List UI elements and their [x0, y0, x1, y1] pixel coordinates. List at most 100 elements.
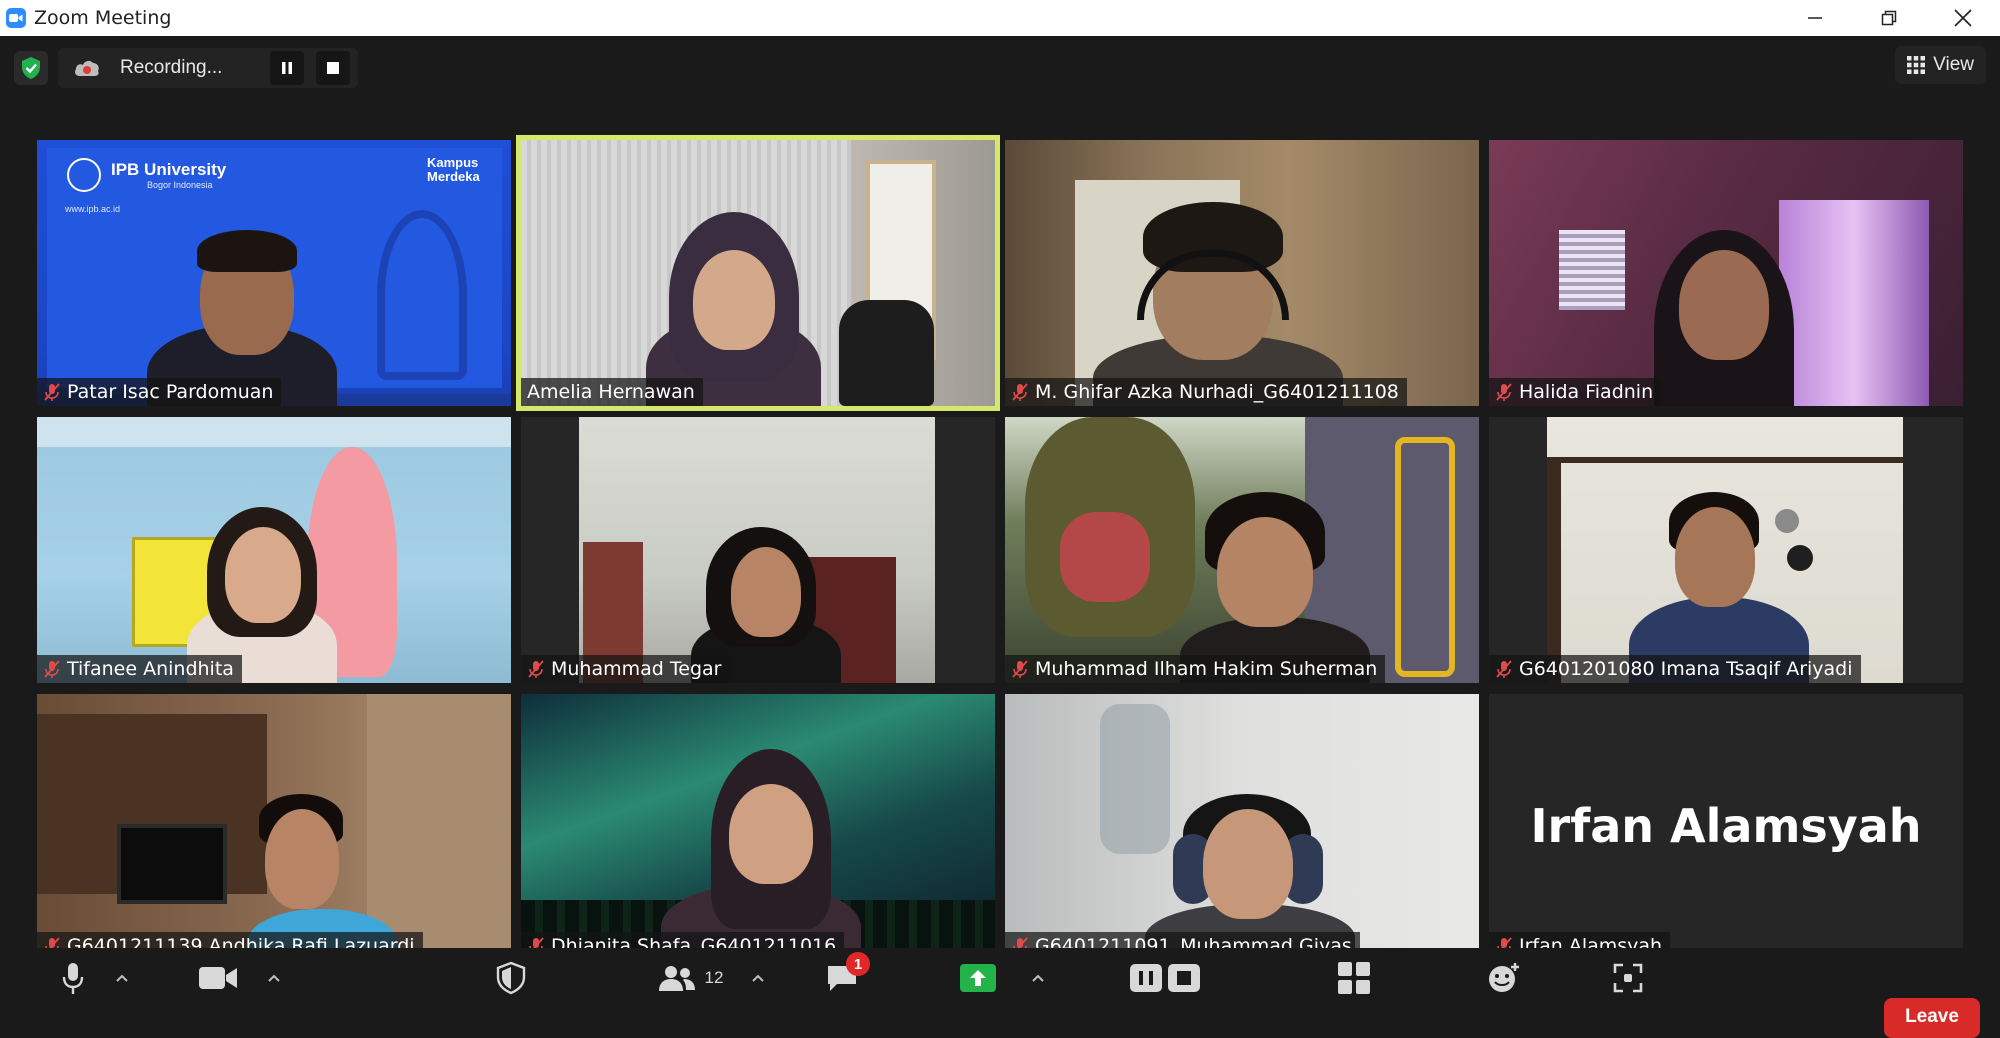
- participant-name: M. Ghifar Azka Nurhadi_G6401211108: [1035, 381, 1399, 403]
- video-feed: [1489, 140, 1963, 406]
- audio-options-caret[interactable]: [112, 948, 132, 1008]
- restore-icon: [1881, 10, 1897, 26]
- view-button[interactable]: View: [1895, 46, 1986, 84]
- share-screen-button[interactable]: [958, 948, 998, 1008]
- leave-button[interactable]: Leave: [1884, 998, 1980, 1038]
- participant-name: Amelia Hernawan: [527, 381, 695, 403]
- banner-brand: Kampus Merdeka: [427, 155, 480, 184]
- encryption-badge[interactable]: [14, 51, 48, 85]
- security-shield-icon: [496, 961, 526, 995]
- video-feed: [1489, 417, 1963, 683]
- meeting-toolbar: 12 1 Leave: [0, 948, 2000, 1038]
- grid-view-icon: [1907, 56, 1926, 74]
- muted-mic-icon: [1012, 660, 1028, 678]
- video-tile-video-off[interactable]: Irfan Alamsyah Irfan Alamsyah: [1489, 694, 1963, 960]
- restore-button[interactable]: [1852, 0, 1926, 36]
- participant-display-name: Irfan Alamsyah: [1530, 799, 1922, 853]
- chevron-up-icon: [268, 974, 280, 982]
- banner-location: Bogor Indonesia: [147, 180, 213, 190]
- video-button[interactable]: [196, 948, 240, 1008]
- meeting-top-controls: Recording...: [14, 48, 359, 88]
- participant-name-bar: G6401201080 Imana Tsaqif Ariyadi: [1489, 655, 1861, 683]
- chevron-up-icon: [116, 974, 128, 982]
- participant-name: G6401201080 Imana Tsaqif Ariyadi: [1519, 658, 1853, 680]
- emoji-smile-icon: [1489, 963, 1519, 992]
- video-options-caret[interactable]: [264, 948, 284, 1008]
- pause-recording-button[interactable]: [270, 51, 305, 85]
- video-feed: [521, 140, 995, 406]
- participants-icon: [658, 966, 695, 991]
- chat-button[interactable]: 1: [822, 948, 870, 1008]
- recording-label: Recording...: [120, 57, 223, 78]
- banner-org: IPB University: [111, 160, 227, 179]
- ipb-logo-icon: [67, 158, 101, 192]
- meeting-area: Recording... View IPB University Bogor I…: [0, 36, 2000, 1027]
- window-titlebar: Zoom Meeting: [0, 0, 2000, 36]
- chevron-up-icon: [752, 974, 764, 982]
- participant-name-bar: M. Ghifar Azka Nurhadi_G6401211108: [1005, 378, 1407, 406]
- muted-mic-icon: [1496, 383, 1512, 401]
- virtual-background: [521, 694, 995, 960]
- minimize-icon: [1808, 17, 1822, 19]
- chat-unread-badge: 1: [846, 952, 870, 976]
- muted-mic-icon: [528, 660, 544, 678]
- stop-icon: [327, 62, 340, 74]
- mute-button[interactable]: [58, 948, 88, 1008]
- participant-name-bar: Amelia Hernawan: [521, 378, 703, 406]
- video-tile-active-speaker[interactable]: Amelia Hernawan: [516, 135, 1000, 411]
- muted-mic-icon: [1496, 660, 1512, 678]
- record-controls-button[interactable]: [1128, 948, 1202, 1008]
- video-tile[interactable]: G6401211139 Andhika Rafi Lazuardi: [37, 694, 511, 960]
- video-tile[interactable]: Tifanee Anindhita: [37, 417, 511, 683]
- video-tile[interactable]: G6401211091_Muhammad Giyas: [1005, 694, 1479, 960]
- stop-recording-button[interactable]: [316, 51, 351, 85]
- close-button[interactable]: [1926, 0, 2000, 36]
- muted-mic-icon: [1012, 383, 1028, 401]
- participant-name-bar: Tifanee Anindhita: [37, 655, 242, 683]
- video-tile[interactable]: Dhianita Shafa_G6401211016: [521, 694, 995, 960]
- recording-indicator: Recording...: [58, 48, 359, 88]
- microphone-icon: [62, 963, 84, 994]
- video-tile[interactable]: G6401201080 Imana Tsaqif Ariyadi: [1489, 417, 1963, 683]
- reactions-button[interactable]: [1486, 948, 1522, 1008]
- virtual-background: IPB University Bogor Indonesia www.ipb.a…: [37, 140, 511, 406]
- chevron-up-icon: [1032, 974, 1044, 982]
- virtual-background: [1005, 417, 1479, 683]
- participants-button[interactable]: 12: [654, 948, 726, 1008]
- banner-website: www.ipb.ac.id: [65, 204, 121, 214]
- participant-name-bar: Muhammad Tegar: [521, 655, 730, 683]
- security-button[interactable]: [494, 948, 528, 1008]
- window-title: Zoom Meeting: [34, 7, 172, 29]
- video-feed: [521, 417, 995, 683]
- apps-grid-icon: [1338, 962, 1370, 994]
- whiteboard-button[interactable]: [1610, 948, 1646, 1008]
- focus-frame-icon: [1613, 963, 1643, 993]
- minimize-button[interactable]: [1778, 0, 1852, 36]
- pause-icon: [282, 62, 293, 74]
- virtual-background: [37, 417, 511, 683]
- participant-name: Tifanee Anindhita: [67, 658, 234, 680]
- video-tile[interactable]: IPB University Bogor Indonesia www.ipb.a…: [37, 140, 511, 406]
- video-feed: [1005, 140, 1479, 406]
- video-tile[interactable]: M. Ghifar Azka Nurhadi_G6401211108: [1005, 140, 1479, 406]
- video-feed: [37, 694, 511, 960]
- participant-name: Patar Isac Pardomuan: [67, 381, 274, 403]
- video-tile[interactable]: Halida Fiadnin: [1489, 140, 1963, 406]
- video-tile[interactable]: Muhammad Ilham Hakim Suherman: [1005, 417, 1479, 683]
- apps-button[interactable]: [1336, 948, 1372, 1008]
- participants-options-caret[interactable]: [748, 948, 768, 1008]
- zoom-app-icon: [6, 8, 26, 28]
- video-tile[interactable]: Muhammad Tegar: [521, 417, 995, 683]
- window-controls: [1778, 0, 2000, 36]
- participant-name-bar: Patar Isac Pardomuan: [37, 378, 282, 406]
- close-icon: [1954, 9, 1972, 27]
- share-options-caret[interactable]: [1028, 948, 1048, 1008]
- participant-name-bar: Muhammad Ilham Hakim Suherman: [1005, 655, 1386, 683]
- stop-recording-icon: [1168, 964, 1200, 992]
- muted-mic-icon: [44, 383, 60, 401]
- shield-check-icon: [22, 57, 40, 79]
- view-button-label: View: [1933, 54, 1974, 75]
- participant-name-bar: Halida Fiadnin: [1489, 378, 1662, 406]
- participants-count: 12: [704, 968, 724, 987]
- video-camera-icon: [199, 967, 237, 989]
